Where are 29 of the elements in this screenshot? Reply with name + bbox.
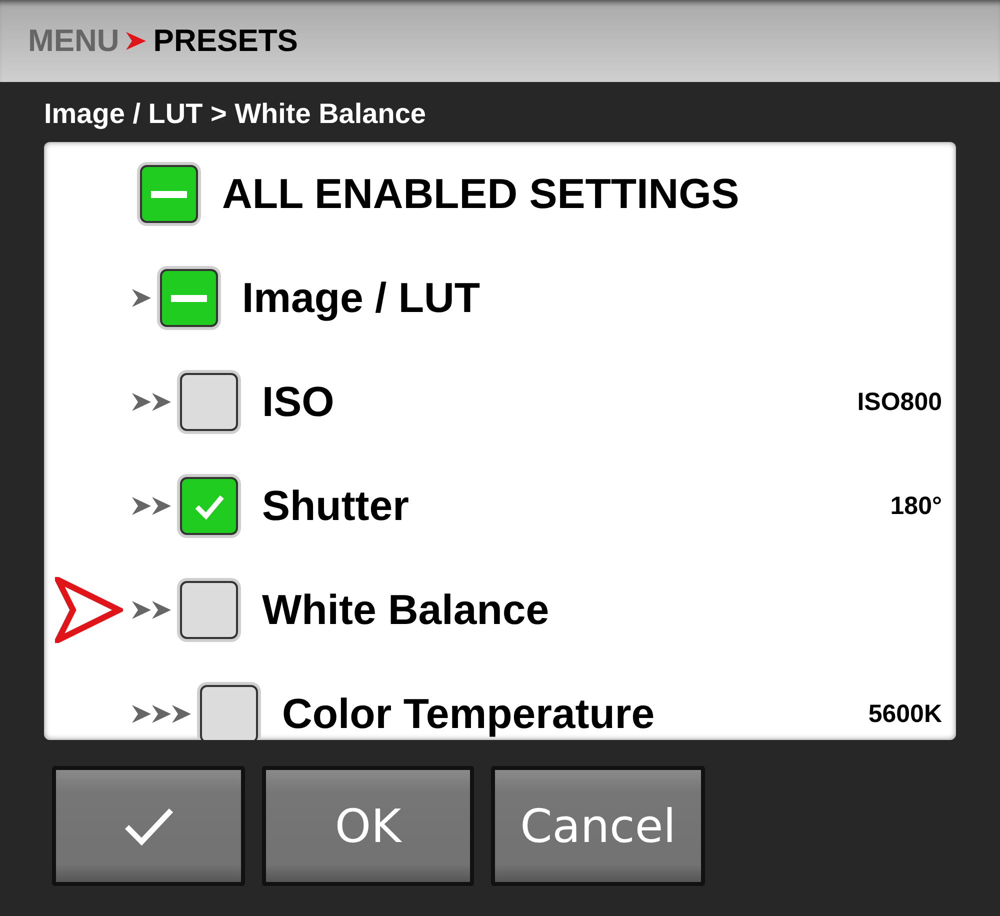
- depth-arrows-icon: [132, 391, 172, 413]
- dialog-button[interactable]: Cancel: [491, 766, 705, 886]
- setting-value: ISO800: [857, 388, 942, 416]
- checkbox[interactable]: [180, 373, 238, 431]
- dash-icon: [171, 294, 207, 302]
- setting-label: Color Temperature: [282, 690, 655, 738]
- checkbox[interactable]: [140, 165, 198, 223]
- setting-label: ISO: [262, 378, 334, 426]
- confirm-button[interactable]: [52, 766, 245, 886]
- setting-value: 5600K: [868, 700, 942, 728]
- checkbox[interactable]: [160, 269, 218, 327]
- menu-link[interactable]: MENU: [28, 23, 120, 59]
- depth-arrows-icon: [132, 599, 172, 621]
- checkbox[interactable]: [180, 477, 238, 535]
- setting-label: Shutter: [262, 482, 409, 530]
- screen-title: PRESETS: [153, 23, 298, 59]
- depth-arrows-icon: [132, 287, 152, 309]
- setting-label: White Balance: [262, 586, 550, 634]
- setting-label: Image / LUT: [242, 274, 480, 322]
- breadcrumb: Image / LUT > White Balance: [44, 97, 427, 131]
- depth-arrows-icon: [132, 495, 172, 517]
- setting-value: 180°: [890, 492, 942, 520]
- dialog-button[interactable]: OK: [262, 766, 474, 886]
- depth-arrows-icon: [132, 703, 192, 725]
- checkbox[interactable]: [200, 685, 258, 740]
- checkbox[interactable]: [180, 581, 238, 639]
- chevron-icon: [125, 30, 148, 52]
- dash-icon: [151, 190, 187, 198]
- setting-label: ALL ENABLED SETTINGS: [222, 170, 740, 218]
